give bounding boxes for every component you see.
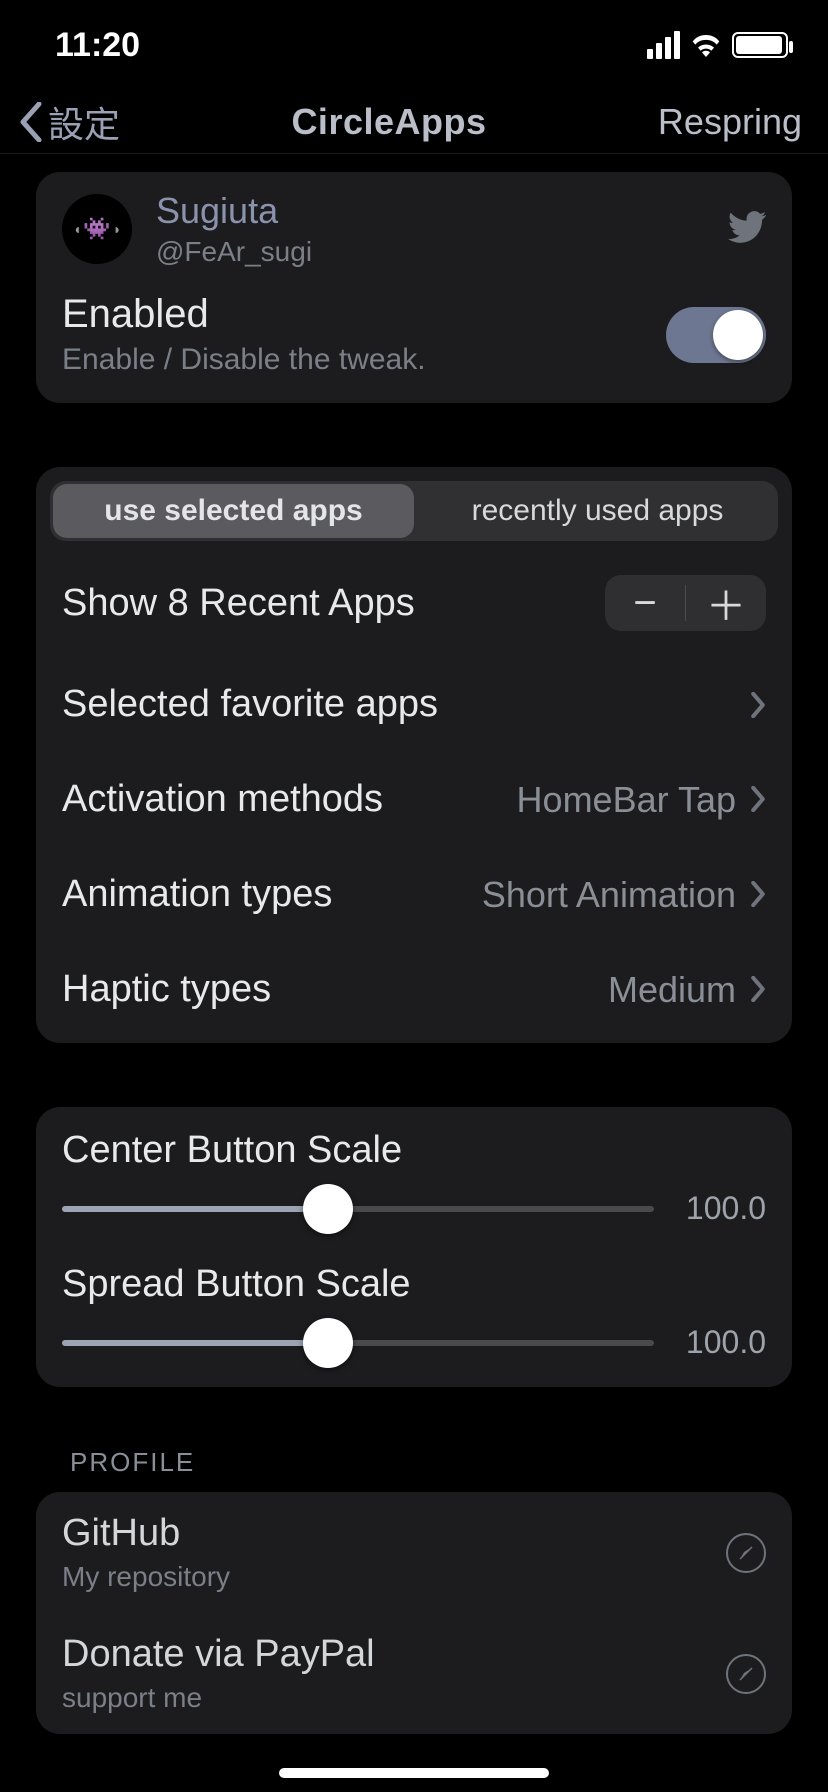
haptic-row[interactable]: Haptic types Medium: [36, 942, 792, 1037]
github-row[interactable]: GitHub My repository: [36, 1492, 792, 1613]
enabled-subtitle: Enable / Disable the tweak.: [62, 343, 426, 377]
stepper-minus[interactable]: −: [605, 575, 685, 631]
segmented-control[interactable]: use selected apps recently used apps: [50, 481, 778, 541]
back-label: 設定: [48, 96, 120, 148]
status-indicators: [647, 31, 788, 59]
activation-label: Activation methods: [62, 778, 383, 821]
safari-icon: [726, 1654, 766, 1694]
author-handle: @FeAr_sugi: [156, 236, 312, 268]
center-scale-value: 100.0: [676, 1190, 766, 1227]
page-title: CircleApps: [291, 101, 486, 143]
chevron-right-icon: [750, 969, 766, 1011]
avatar: ◖ 👾 ◗: [62, 194, 132, 264]
status-time: 11:20: [55, 26, 140, 65]
home-indicator[interactable]: [279, 1768, 549, 1778]
favorite-apps-label: Selected favorite apps: [62, 683, 438, 726]
enabled-toggle[interactable]: [666, 307, 766, 363]
segment-recent-apps[interactable]: recently used apps: [417, 481, 778, 541]
donate-title: Donate via PayPal: [62, 1633, 375, 1676]
settings-card: use selected apps recently used apps Sho…: [36, 467, 792, 1043]
author-name: Sugiuta: [156, 190, 312, 232]
stepper-plus[interactable]: ＋: [686, 575, 766, 631]
profile-header: PROFILE: [36, 1447, 792, 1492]
safari-icon: [726, 1533, 766, 1573]
battery-icon: [732, 32, 788, 58]
wifi-icon: [690, 33, 722, 57]
center-scale-label: Center Button Scale: [62, 1129, 766, 1172]
chevron-right-icon: [750, 779, 766, 821]
haptic-value: Medium: [608, 969, 736, 1011]
animation-row[interactable]: Animation types Short Animation: [36, 847, 792, 942]
chevron-right-icon: [750, 874, 766, 916]
recent-apps-stepper[interactable]: − ＋: [605, 575, 766, 631]
recent-apps-label: Show 8 Recent Apps: [62, 582, 415, 625]
twitter-icon: [728, 211, 766, 248]
back-button[interactable]: 設定: [18, 96, 120, 148]
favorite-apps-row[interactable]: Selected favorite apps: [36, 657, 792, 752]
author-card: ◖ 👾 ◗ Sugiuta @FeAr_sugi Enabled Enable …: [36, 172, 792, 403]
chevron-right-icon: [750, 692, 766, 718]
recent-apps-row: Show 8 Recent Apps − ＋: [36, 541, 792, 657]
donate-row[interactable]: Donate via PayPal support me: [36, 1613, 792, 1734]
status-bar: 11:20: [0, 0, 828, 90]
segment-selected-apps[interactable]: use selected apps: [53, 484, 414, 538]
cellular-icon: [647, 31, 680, 59]
github-title: GitHub: [62, 1512, 230, 1555]
donate-sub: support me: [62, 1682, 375, 1714]
activation-row[interactable]: Activation methods HomeBar Tap: [36, 752, 792, 847]
animation-value: Short Animation: [482, 874, 736, 916]
scale-card: Center Button Scale 100.0 Spread Button …: [36, 1107, 792, 1387]
github-sub: My repository: [62, 1561, 230, 1593]
haptic-label: Haptic types: [62, 968, 271, 1011]
enabled-title: Enabled: [62, 292, 426, 337]
spread-scale-value: 100.0: [676, 1324, 766, 1361]
profile-card: GitHub My repository Donate via PayPal s…: [36, 1492, 792, 1734]
center-scale-slider[interactable]: [62, 1206, 654, 1212]
spread-scale-label: Spread Button Scale: [62, 1263, 766, 1306]
spread-scale-slider[interactable]: [62, 1340, 654, 1346]
activation-value: HomeBar Tap: [517, 779, 736, 821]
author-row[interactable]: ◖ 👾 ◗ Sugiuta @FeAr_sugi: [36, 172, 792, 278]
animation-label: Animation types: [62, 873, 332, 916]
respring-button[interactable]: Respring: [658, 101, 802, 143]
nav-bar: 設定 CircleApps Respring: [0, 90, 828, 154]
